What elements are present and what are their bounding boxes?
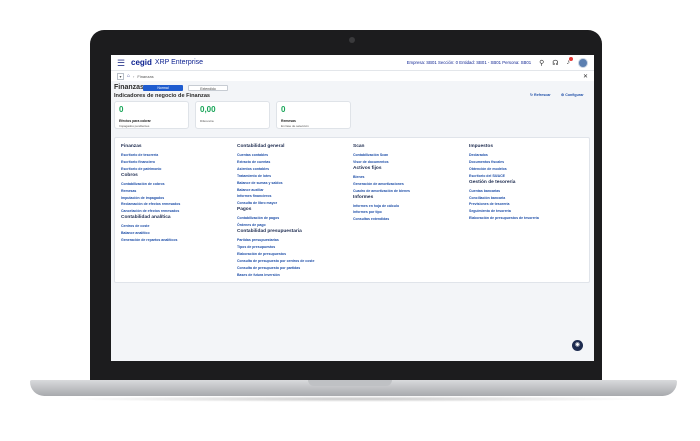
- menu-link[interactable]: Cuentas bancarias: [469, 188, 579, 195]
- close-icon[interactable]: ✕: [583, 73, 588, 80]
- kpi-sublabel: En fase de selección: [281, 124, 309, 128]
- kpi-card[interactable]: 0 Remesas En fase de selección: [276, 101, 351, 129]
- kpi-card[interactable]: 0 Efectos para cobrar Impagados pendient…: [114, 101, 189, 129]
- menu-link[interactable]: Escritorio financiero: [121, 159, 231, 166]
- menu-group-title: Activos fijos: [353, 165, 382, 171]
- menu-link[interactable]: Contabilización de pagos: [237, 215, 347, 222]
- kpi-value: 0: [119, 105, 124, 114]
- menu-link[interactable]: Elaboración de presupuestos de tesorería: [469, 215, 579, 222]
- menu-group-title: Finanzas: [121, 144, 142, 149]
- menu-column: Impuestos Declarados Documentos fiscales…: [469, 144, 579, 222]
- menu-link[interactable]: Seguimiento de tesorería: [469, 208, 579, 215]
- menu-group-title: Cobros: [121, 172, 138, 178]
- breadcrumb: ▾ ⌂ › Finanzas ✕: [111, 71, 594, 81]
- menu-link[interactable]: Balance de sumas y saldos: [237, 180, 347, 187]
- menu-link[interactable]: Imputación de impagados: [121, 195, 231, 202]
- top-bar: ☰ cegid XRP Enterprise Empresa: SB01 Sec…: [111, 55, 594, 71]
- menu-link[interactable]: Documentos fiscales: [469, 159, 579, 166]
- menu-link[interactable]: Previsiones de tesorería: [469, 201, 579, 208]
- laptop-shadow: [60, 396, 650, 402]
- kpi-card[interactable]: 0,00 Diferencia: [195, 101, 270, 129]
- menu-group-title: Contabilidad analítica: [121, 215, 171, 221]
- menu-link[interactable]: Consulta de libro mayor: [237, 200, 347, 207]
- menu-link[interactable]: Centros de coste: [121, 223, 231, 230]
- kpi-sublabel: Diferencia: [200, 119, 214, 123]
- breadcrumb-current: Finanzas: [137, 73, 154, 79]
- kpi-value: 0,00: [200, 105, 216, 114]
- menu-link[interactable]: Informes financieros: [237, 193, 347, 200]
- menu-group-title: Contabilidad general: [237, 144, 285, 149]
- menu-link[interactable]: Declarados: [469, 152, 579, 159]
- menu-group-title: Contabilidad presupuestaria: [237, 229, 302, 235]
- notification-badge: [569, 57, 573, 61]
- menu-link[interactable]: Consultas extendidas: [353, 216, 463, 223]
- menu-link[interactable]: Obtención de modelos: [469, 166, 579, 173]
- configure-button[interactable]: ⚙ Configurar: [561, 93, 584, 97]
- kpi-label: Remesas: [281, 119, 296, 123]
- breadcrumb-separator-icon: ›: [133, 73, 135, 79]
- menu-link[interactable]: Informes por tipo: [353, 209, 463, 216]
- menu-link[interactable]: Generación de amortizaciones: [353, 181, 463, 188]
- menu-link[interactable]: Elaboración de presupuestos: [237, 251, 347, 258]
- menu-link[interactable]: Contabilización de cobros: [121, 181, 231, 188]
- app-screen: ☰ cegid XRP Enterprise Empresa: SB01 Sec…: [111, 55, 594, 361]
- hamburger-menu-icon[interactable]: ☰: [117, 55, 127, 71]
- menu-link[interactable]: Tipos de presupuestos: [237, 244, 347, 251]
- refresh-button[interactable]: ↻ Refrescar: [530, 93, 551, 97]
- headset-icon[interactable]: ☊: [552, 59, 558, 67]
- menu-link[interactable]: Generación de repartos analíticos: [121, 237, 231, 244]
- menu-group-title: Impuestos: [469, 144, 493, 149]
- laptop-notch: [308, 380, 392, 386]
- menu-group-title: Pagos: [237, 207, 252, 213]
- menu-link[interactable]: Balance analítico: [121, 230, 231, 237]
- avatar[interactable]: [578, 57, 588, 68]
- menu-link[interactable]: Escritorio de patrimonio: [121, 166, 231, 173]
- refresh-label: Refrescar: [534, 93, 551, 97]
- menu-link[interactable]: Consulta de presupuesto por centros de c…: [237, 258, 347, 265]
- menu-group-title: Scan: [353, 144, 365, 149]
- page-title: Finanzas: [114, 84, 144, 91]
- search-icon[interactable]: ⚲: [539, 59, 544, 67]
- kpi-value: 0: [281, 105, 286, 114]
- menu-link[interactable]: Escritorio del SII/ACE: [469, 173, 579, 180]
- brand-logo: cegid: [131, 58, 152, 67]
- product-name: XRP Enterprise: [154, 59, 204, 66]
- kpi-label: Efectos para cobrar: [119, 119, 151, 123]
- menu-panel: Finanzas Escritorio de tesorería Escrito…: [114, 137, 590, 283]
- menu-link[interactable]: Partidas presupuestarias: [237, 237, 347, 244]
- home-icon[interactable]: ⌂: [127, 73, 130, 79]
- kpi-sublabel: Impagados pendientes: [119, 124, 150, 128]
- webcam-icon: [349, 37, 355, 43]
- menu-link[interactable]: Reclamación de efectos remesados: [121, 201, 231, 208]
- laptop-frame: ☰ cegid XRP Enterprise Empresa: SB01 Sec…: [0, 0, 700, 441]
- menu-column: Scan Contabilización Scan Visor de docum…: [353, 144, 463, 223]
- toggle-normal[interactable]: Normal: [143, 85, 183, 91]
- menu-link[interactable]: Contabilización Scan: [353, 152, 463, 159]
- menu-link[interactable]: Bases de futura inversión: [237, 272, 347, 279]
- bell-icon[interactable]: ♪: [567, 57, 573, 66]
- menu-group-title: Informes: [353, 194, 374, 200]
- toggle-extended[interactable]: Extendido: [188, 85, 228, 91]
- menu-link[interactable]: Extracto de cuentas: [237, 159, 347, 166]
- menu-link[interactable]: Bienes: [353, 174, 463, 181]
- section-subtitle: Indicadores de negocio de Finanzas: [114, 93, 211, 99]
- menu-link[interactable]: Cuentas contables: [237, 152, 347, 159]
- menu-link[interactable]: Escritorio de tesorería: [121, 152, 231, 159]
- menu-link[interactable]: Asientos contables: [237, 166, 347, 173]
- menu-link[interactable]: Tratamiento de lotes: [237, 173, 347, 180]
- expand-button[interactable]: ▾: [117, 72, 124, 80]
- menu-group-title: Gestión de tesorería: [469, 179, 516, 185]
- menu-column: Finanzas Escritorio de tesorería Escrito…: [121, 144, 231, 244]
- menu-link[interactable]: Informes en hoja de cálculo: [353, 203, 463, 210]
- configure-label: Configurar: [565, 93, 584, 97]
- menu-link[interactable]: Consulta de presupuesto por partidas: [237, 265, 347, 272]
- chat-assistant-icon[interactable]: ◉: [572, 340, 583, 351]
- menu-link[interactable]: Remesas: [121, 188, 231, 195]
- menu-link[interactable]: Cuadro de amortización de bienes: [353, 188, 463, 195]
- company-context[interactable]: Empresa: SB01 Sección: 0 Entidad: SB01 -…: [407, 60, 531, 65]
- menu-link[interactable]: Visor de documentos: [353, 159, 463, 166]
- menu-link[interactable]: Conciliación bancaria: [469, 195, 579, 202]
- menu-link[interactable]: Balance auxiliar: [237, 187, 347, 194]
- menu-column: Contabilidad general Cuentas contables E…: [237, 144, 347, 279]
